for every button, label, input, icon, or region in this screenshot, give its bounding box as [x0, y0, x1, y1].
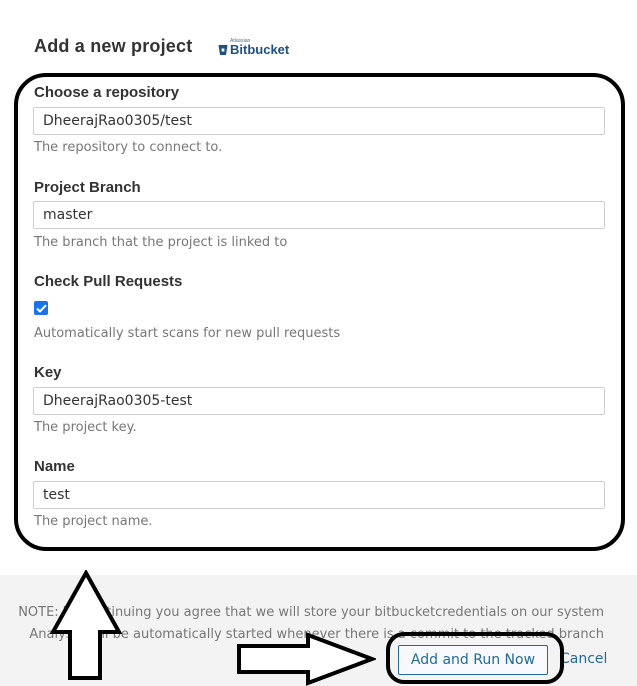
- logo-brand-text: Bitbucket: [230, 42, 290, 57]
- repository-input[interactable]: DheerajRao0305/test: [33, 107, 605, 135]
- add-and-run-button[interactable]: Add and Run Now: [398, 645, 548, 675]
- pull-requests-help: Automatically start scans for new pull r…: [34, 326, 341, 341]
- branch-input[interactable]: master: [33, 201, 605, 229]
- bitbucket-logo: Atlassian Bitbucket: [218, 38, 290, 60]
- notice-line-1: NOTE: by continuing you agree that we wi…: [18, 605, 604, 620]
- name-label: Name: [34, 458, 75, 475]
- key-input[interactable]: DheerajRao0305-test: [33, 387, 605, 415]
- repository-input-value: DheerajRao0305/test: [43, 113, 192, 129]
- key-input-value: DheerajRao0305-test: [43, 393, 193, 409]
- name-input-value: test: [43, 487, 70, 503]
- cancel-link[interactable]: Cancel: [560, 651, 607, 667]
- bitbucket-icon: [218, 45, 228, 55]
- branch-label: Project Branch: [34, 179, 141, 196]
- notice-line-2: Analysis will be automatically started w…: [29, 627, 604, 642]
- name-help: The project name.: [34, 514, 153, 529]
- pull-requests-checkbox[interactable]: [34, 301, 48, 315]
- key-label: Key: [34, 364, 62, 381]
- page-title: Add a new project: [34, 36, 193, 56]
- branch-help: The branch that the project is linked to: [34, 235, 288, 250]
- key-help: The project key.: [34, 420, 137, 435]
- branch-input-value: master: [43, 207, 93, 223]
- name-input[interactable]: test: [33, 481, 605, 509]
- repository-help: The repository to connect to.: [34, 140, 223, 155]
- repository-label: Choose a repository: [34, 84, 180, 101]
- pull-requests-label: Check Pull Requests: [34, 273, 183, 290]
- checkmark-icon: [35, 304, 47, 313]
